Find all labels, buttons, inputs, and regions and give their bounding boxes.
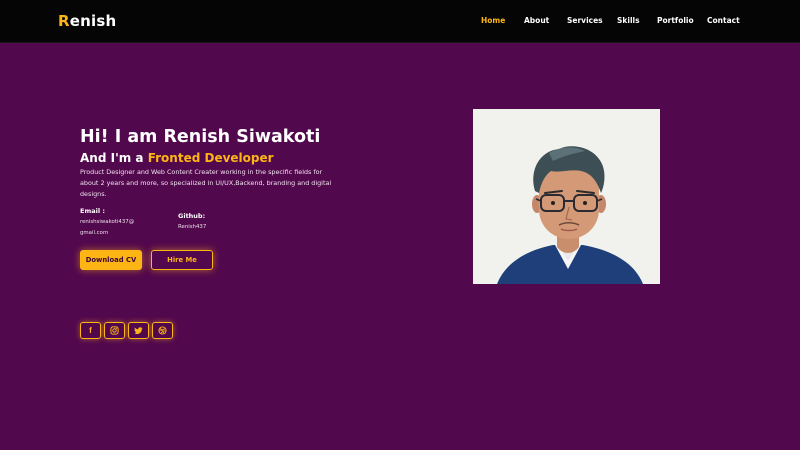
hire-me-button[interactable]: Hire Me	[151, 250, 213, 270]
nav-links: Home About Services Skills Portfolio Con…	[0, 16, 800, 28]
hero-role-highlight: Fronted Developer	[147, 151, 274, 165]
dribbble-link[interactable]	[152, 322, 173, 339]
nav-item-skills[interactable]: Skills	[617, 16, 640, 25]
twitter-link[interactable]	[128, 322, 149, 339]
nav-item-services[interactable]: Services	[567, 16, 603, 25]
github-label: Github:	[178, 212, 206, 220]
facebook-icon: f	[89, 326, 92, 335]
hero-subtitle: And I'm a Fronted Developer	[80, 151, 274, 165]
hero-description: Product Designer and Web Content Creater…	[80, 168, 332, 198]
profile-portrait	[473, 109, 660, 284]
hero-subtitle-prefix: And I'm a	[80, 151, 148, 165]
download-cv-button[interactable]: Download CV	[80, 250, 142, 270]
email-value-line1: renishsiwakoti437@	[80, 219, 135, 225]
nav-item-portfolio[interactable]: Portfolio	[657, 16, 694, 25]
profile-photo	[473, 109, 660, 284]
email-value[interactable]: renishsiwakoti437@ gmail.com	[80, 217, 134, 238]
nav-item-about[interactable]: About	[524, 16, 549, 25]
email-value-line2: gmail.com	[80, 229, 109, 236]
dribbble-icon	[158, 326, 167, 335]
twitter-icon	[134, 327, 143, 335]
nav-item-home[interactable]: Home	[481, 16, 505, 25]
instagram-link[interactable]	[104, 322, 125, 339]
email-label: Email :	[80, 207, 105, 215]
facebook-link[interactable]: f	[80, 322, 101, 339]
instagram-icon	[110, 326, 119, 335]
navbar: Renish Home About Services Skills Portfo…	[0, 0, 800, 43]
hero-title: Hi! I am Renish Siwakoti	[80, 127, 321, 147]
github-value[interactable]: Renish437	[178, 222, 206, 233]
nav-item-contact[interactable]: Contact	[707, 16, 740, 25]
